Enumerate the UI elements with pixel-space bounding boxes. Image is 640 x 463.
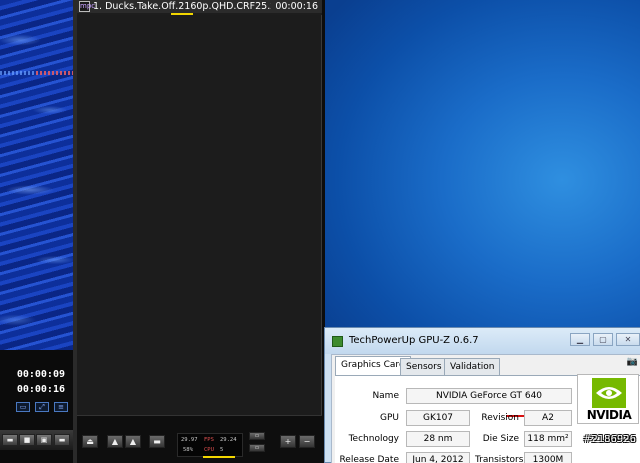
revision-label: Revision: [481, 413, 519, 423]
release-date-field: Jun 4, 2012: [406, 452, 470, 463]
stats-highlight-underline: [203, 456, 235, 458]
transistors-label: Transistors: [475, 455, 524, 463]
maximize-icon[interactable]: ▢: [593, 333, 613, 346]
release-date-label: Release Date: [339, 455, 399, 463]
seek-forward-icon[interactable]: ▲: [125, 435, 141, 448]
left-screen-icon[interactable]: ▭: [16, 402, 30, 412]
player-controls: ⏏ ▲ ▲ ▬ 29.97 FPS 29.24 58% CPU 5 ▭ ▭ + …: [77, 415, 322, 463]
transistors-field: 1300M: [524, 452, 572, 463]
fps-label: FPS: [204, 437, 214, 443]
gpu-label: GPU: [380, 413, 399, 423]
technology-field: 28 nm: [406, 431, 470, 447]
media-player-window: mpc 1. Ducks.Take.Off.2160p.QHD.CRF25.x2…: [77, 0, 322, 463]
nvidia-logo: NVIDIA: [577, 374, 639, 424]
left-duration-time: 00:00:16: [16, 384, 65, 395]
fps-value-b: 29.24: [220, 437, 237, 443]
left-fullscreen-icon[interactable]: ⤢: [35, 402, 49, 412]
left-pause-button[interactable]: ▣: [36, 434, 52, 446]
eject-icon[interactable]: ⏏: [82, 435, 98, 448]
gpuz-body: Graphics Card Sensors Validation 📷 Name …: [331, 354, 640, 463]
cpu-value: 5: [220, 447, 224, 453]
gpuz-app-icon: [332, 336, 343, 347]
technology-label: Technology: [348, 434, 399, 444]
graphics-card-panel: Name NVIDIA GeForce GT 640 GPU GK107 Rev…: [335, 374, 640, 463]
aspect-icon[interactable]: ▭: [249, 444, 265, 452]
video-area[interactable]: [77, 15, 322, 415]
minimize-icon[interactable]: ▁: [570, 333, 590, 346]
camera-icon[interactable]: 📷: [627, 357, 638, 367]
fps-value-a: 29.97: [181, 437, 198, 443]
left-next-button[interactable]: ▬: [54, 434, 70, 446]
revision-field: A2: [524, 410, 572, 426]
volume-down-button[interactable]: −: [299, 435, 315, 448]
gpuz-title: TechPowerUp GPU-Z 0.6.7: [349, 335, 479, 346]
left-volume-ticks[interactable]: [36, 71, 73, 75]
left-prev-button[interactable]: ▬: [2, 434, 18, 446]
player-file-title: 1. Ducks.Take.Off.2160p.QHD.CRF25.x2...: [93, 1, 291, 12]
die-size-field: 118 mm²: [524, 431, 572, 447]
close-icon[interactable]: ✕: [616, 333, 640, 346]
name-label: Name: [372, 391, 399, 401]
seek-back-icon[interactable]: ▲: [107, 435, 123, 448]
cpu-label: CPU: [204, 447, 214, 453]
cpu-percent: 58%: [183, 447, 193, 453]
left-elapsed-time: 00:00:09: [16, 369, 65, 380]
gpu-field: GK107: [406, 410, 470, 426]
name-field: NVIDIA GeForce GT 640: [406, 388, 572, 404]
tab-sensors[interactable]: Sensors: [400, 358, 448, 375]
stop-icon[interactable]: ▬: [149, 435, 165, 448]
display-mode-icon[interactable]: ▭: [249, 432, 265, 440]
left-menu-icon[interactable]: ≡: [54, 402, 68, 412]
player-title-bar: mpc 1. Ducks.Take.Off.2160p.QHD.CRF25.x2…: [77, 0, 322, 13]
nvidia-logo-text: NVIDIA: [586, 408, 632, 422]
image-watermark: #2186926: [583, 434, 636, 445]
left-video-frame: [0, 0, 73, 350]
player-duration: 00:00:16: [271, 0, 318, 13]
fps-cpu-stats: 29.97 FPS 29.24 58% CPU 5: [177, 433, 243, 457]
die-size-label: Die Size: [482, 434, 519, 444]
left-stop-button[interactable]: ■: [19, 434, 35, 446]
tab-validation[interactable]: Validation: [444, 358, 501, 375]
nvidia-eye-icon: [592, 378, 626, 408]
player-app-icon: mpc: [79, 1, 96, 12]
gpuz-title-bar[interactable]: TechPowerUp GPU-Z 0.6.7 ▁ ▢ ✕: [325, 328, 640, 354]
volume-up-button[interactable]: +: [280, 435, 296, 448]
